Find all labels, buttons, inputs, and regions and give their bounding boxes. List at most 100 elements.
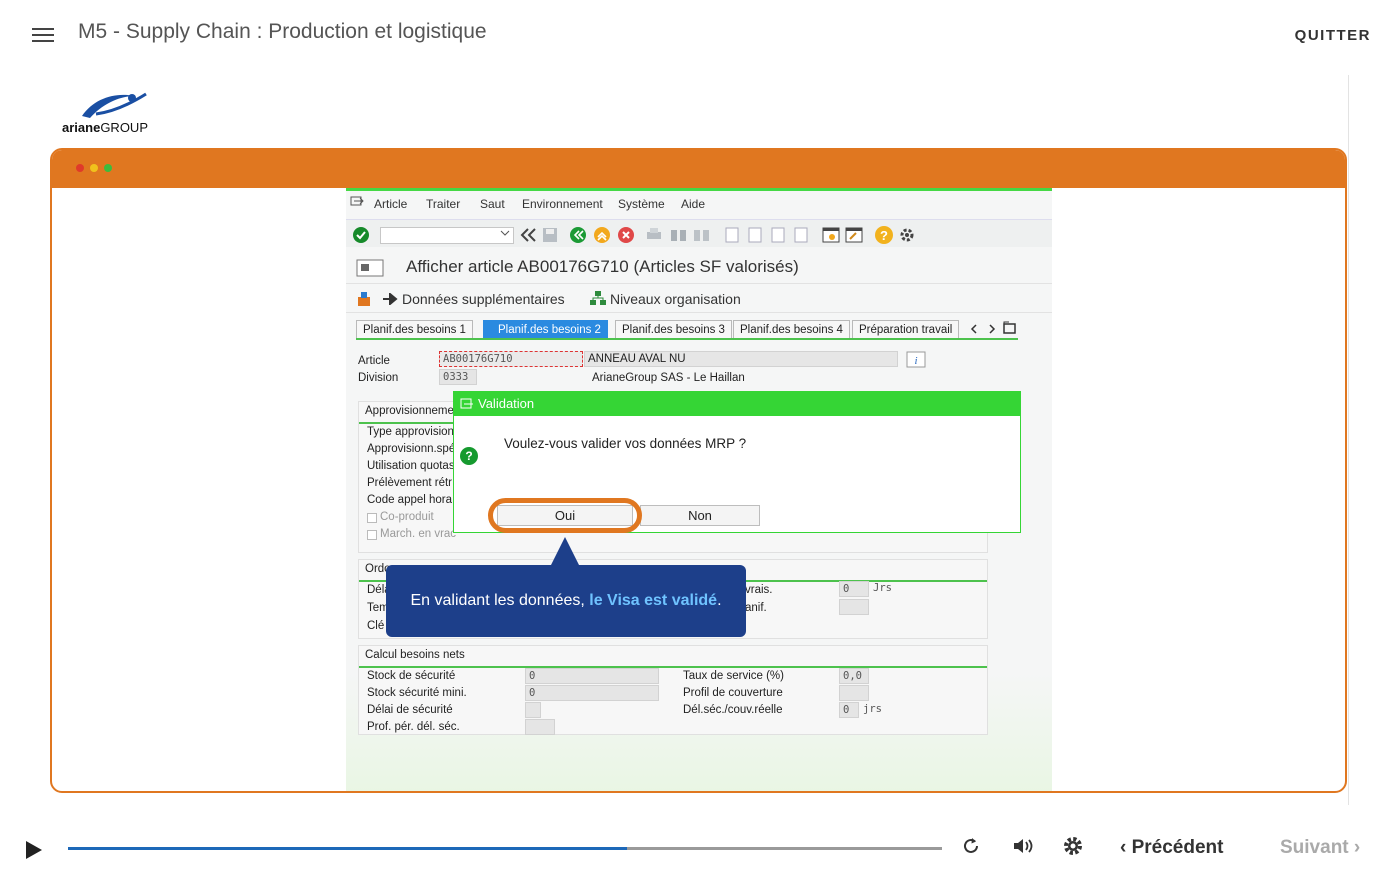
help-icon[interactable]: ? <box>875 226 893 244</box>
field-label: Prof. pér. dél. séc. <box>367 721 460 733</box>
tab-planif-3[interactable]: Planif.des besoins 3 <box>615 320 732 338</box>
validation-dialog: Validation ? Voulez-vous valider vos don… <box>453 391 1021 533</box>
minimize-dot-icon <box>90 164 98 172</box>
tab-preparation-travail[interactable]: Préparation travail <box>852 320 960 338</box>
callout-pointer <box>550 537 580 567</box>
previous-button[interactable]: ‹ Précédent <box>1120 837 1223 859</box>
delivery-days-field[interactable]: 0 <box>839 581 869 597</box>
exit-icon[interactable] <box>594 227 610 243</box>
cancel-icon[interactable] <box>618 227 634 243</box>
tab-list-icon[interactable] <box>1002 321 1018 335</box>
frame-title-bar <box>52 150 1345 188</box>
display-object-icon[interactable] <box>356 259 384 277</box>
progress-track[interactable] <box>68 847 942 850</box>
vrac-label: March. en vrac <box>380 528 457 540</box>
field-label: Dél.séc./couv.réelle <box>683 704 783 716</box>
play-icon[interactable] <box>26 841 42 859</box>
org-levels-button[interactable]: Niveaux organisation <box>610 291 741 307</box>
volume-icon[interactable] <box>1011 835 1035 857</box>
planning-days-field[interactable] <box>839 599 869 615</box>
field-label: anif. <box>745 602 767 614</box>
safety-stock-field[interactable]: 0 <box>525 668 659 684</box>
coverage-profile-field[interactable] <box>839 685 869 701</box>
field-label: Clé <box>367 620 385 632</box>
actual-coverage-field[interactable]: 0 <box>839 702 859 718</box>
min-safety-stock-field[interactable]: 0 <box>525 685 659 701</box>
sap-screen-title: Afficher article AB00176G710 (Articles S… <box>406 257 799 276</box>
org-levels-icon <box>590 291 606 305</box>
menu-aide[interactable]: Aide <box>681 197 705 211</box>
next-page-icon[interactable] <box>770 226 786 244</box>
info-icon[interactable]: i <box>906 351 926 368</box>
quit-button[interactable]: QUITTER <box>1295 27 1371 44</box>
close-dot-icon <box>76 164 84 172</box>
dialog-question: Voulez-vous valider vos données MRP ? <box>504 436 747 451</box>
next-button[interactable]: Suivant › <box>1280 837 1360 859</box>
sap-toolbar: ? <box>346 219 1052 247</box>
field-label: Type approvision <box>367 426 454 438</box>
enter-check-icon[interactable] <box>353 227 369 243</box>
sap-application-toolbar: Données supplémentaires Niveaux organisa… <box>346 283 1052 313</box>
simulation-frame: Article Traiter Saut Environnement Systè… <box>50 148 1347 793</box>
sap-window: Article Traiter Saut Environnement Systè… <box>346 188 1052 791</box>
arianegroup-logo: arianeGROUP <box>62 90 162 135</box>
shortcut-icon[interactable] <box>845 226 863 244</box>
sap-menu-bar: Article Traiter Saut Environnement Systè… <box>346 191 1052 215</box>
arrow-right-icon <box>383 293 398 305</box>
double-left-icon[interactable] <box>520 228 536 242</box>
back-icon[interactable] <box>570 227 586 243</box>
menu-icon[interactable] <box>350 195 364 207</box>
article-description: ANNEAU AVAL NU <box>584 351 898 367</box>
menu-article[interactable]: Article <box>374 197 407 211</box>
command-field[interactable] <box>380 227 514 244</box>
field-label: vrais. <box>745 584 773 596</box>
menu-systeme[interactable]: Système <box>618 197 665 211</box>
object-icon[interactable] <box>356 291 372 307</box>
find-next-icon[interactable] <box>693 227 711 243</box>
division-description: ArianeGroup SAS - Le Haillan <box>592 372 745 384</box>
field-label: Utilisation quotas <box>367 460 455 472</box>
menu-environnement[interactable]: Environnement <box>522 197 603 211</box>
no-button[interactable]: Non <box>640 505 760 526</box>
question-icon: ? <box>460 447 478 465</box>
division-label: Division <box>358 372 399 384</box>
logo-text: arianeGROUP <box>62 120 148 135</box>
article-field[interactable]: AB00176G710 <box>439 351 583 367</box>
first-page-icon[interactable] <box>724 226 740 244</box>
save-icon[interactable] <box>542 227 558 243</box>
tooltip-callout: En validant les données, le Visa est val… <box>386 565 746 637</box>
last-page-icon[interactable] <box>793 226 809 244</box>
group-calcul-besoins: Calcul besoins nets Stock de sécurité 0 … <box>358 645 988 735</box>
service-rate-field[interactable]: 0,0 <box>839 668 869 684</box>
more-data-button[interactable]: Données supplémentaires <box>402 291 565 307</box>
field-label: Profil de couverture <box>683 687 783 699</box>
division-field[interactable]: 0333 <box>439 369 477 385</box>
yes-button-highlight <box>488 498 642 533</box>
tab-scroll-icon[interactable] <box>970 323 1000 335</box>
menu-traiter[interactable]: Traiter <box>426 197 460 211</box>
tab-planif-1[interactable]: Planif.des besoins 1 <box>356 320 473 338</box>
field-label: Stock de sécurité <box>367 670 456 682</box>
chevron-down-icon[interactable] <box>500 230 510 238</box>
menu-icon[interactable] <box>32 28 54 44</box>
tab-planif-2[interactable]: Planif.des besoins 2 <box>483 320 608 338</box>
svg-text:i: i <box>914 355 917 367</box>
vrac-checkbox[interactable] <box>367 530 377 540</box>
tab-planif-4[interactable]: Planif.des besoins 4 <box>733 320 850 338</box>
previous-page-icon[interactable] <box>747 226 763 244</box>
find-icon[interactable] <box>670 227 688 243</box>
unit-label: jrs <box>863 703 882 715</box>
menu-saut[interactable]: Saut <box>480 197 505 211</box>
gear-icon[interactable] <box>1062 835 1084 857</box>
print-icon[interactable] <box>646 227 662 243</box>
replay-icon[interactable] <box>960 835 982 857</box>
co-produit-checkbox[interactable] <box>367 513 377 523</box>
field-label: Taux de service (%) <box>683 670 784 682</box>
maximize-dot-icon <box>104 164 112 172</box>
settings-icon[interactable] <box>898 226 916 244</box>
safety-period-field[interactable] <box>525 719 555 735</box>
new-session-icon[interactable] <box>822 226 840 244</box>
safety-time-field[interactable] <box>525 702 541 718</box>
course-title: M5 - Supply Chain : Production et logist… <box>78 20 487 43</box>
chevron-right-icon: › <box>1348 837 1361 858</box>
